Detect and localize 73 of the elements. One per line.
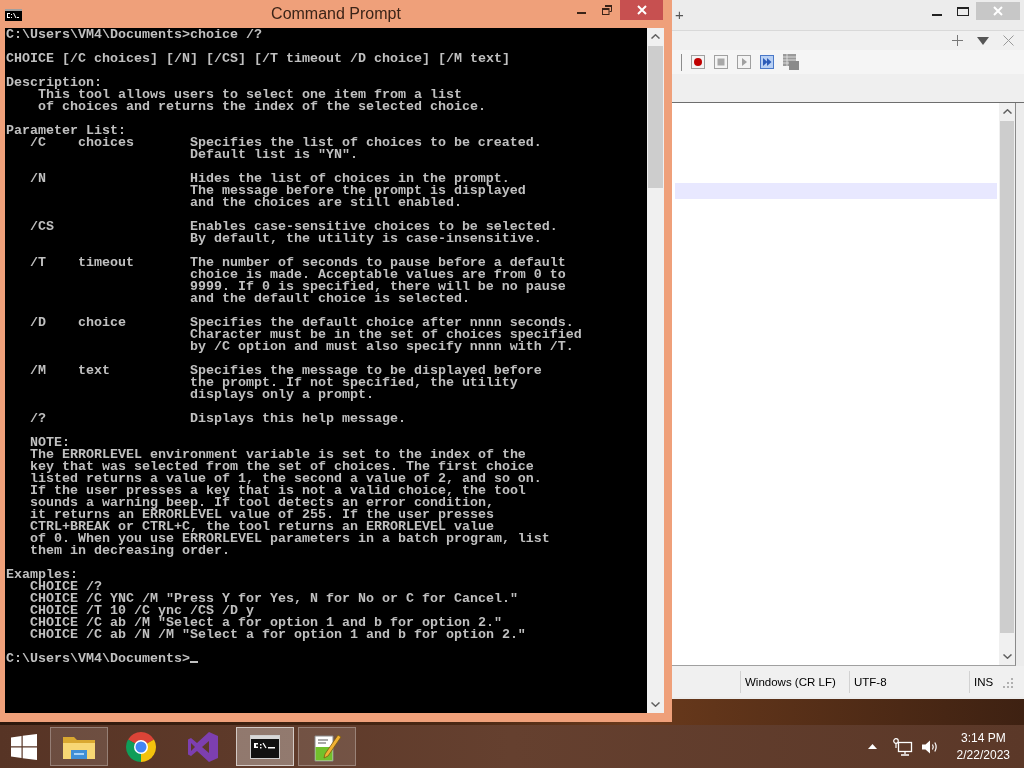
option-name: /? [30,413,46,425]
network-button[interactable] [892,737,913,756]
resize-grip-icon[interactable] [1003,678,1014,689]
example-command: CHOICE /T 10 /C ync /CS /D y [30,605,254,617]
chevron-down-icon[interactable] [1002,654,1012,659]
option-argument: timeout [77,257,134,269]
infinity-logo-icon [187,730,219,763]
note-text: The ERRORLEVEL environment variable is set to the index of the key that was selected from the set of choices. The first choice listed returns a value of 1, the second a value of 2, and so on. If the user presses a key that is not a valid choice, the tool sounds a warning beep. If tool detects an error condition, it returns an ERRORLEVEL value of 255. If the user presses CTRL+BREAK or CTRL+C, the tool returns an ERRORLEVEL value of 0. When you use ERRORLEVEL parameters in a batch program, list them in decreasing order. [30,449,550,557]
example-command: CHOICE /C YNC /M "Press Y for Yes, N for No or C for Cancel." [30,593,518,605]
speaker-icon [920,738,939,755]
prompt-text: C:\Users\VM4\Documents> [6,653,190,665]
window-title: Command Prompt [271,4,401,24]
section-heading: Parameter List: [6,125,126,137]
clock-button[interactable]: 3:14 PM 2/22/2023 [946,729,1010,764]
plus-icon[interactable] [952,35,963,46]
scrollbar[interactable] [999,103,1015,665]
scrollbar[interactable] [647,28,664,713]
terminal-icon [5,9,22,21]
option-description: The number of seconds to pause before a default choice is made. Acceptable values are from 0 to 9999. If 0 is specified, there will be no pause and the default choice is selected. [189,257,566,305]
caret-up-icon [867,744,877,749]
volume-button[interactable] [920,738,939,755]
option-description: Specifies the list of choices to be created. Default list is "YN". [189,137,542,161]
option-name: /T [30,257,46,269]
option-description: Specifies the message to be displayed before the prompt. If not specified, the utility displays only a prompt. [189,365,542,401]
restore-icon [602,5,612,15]
show-hidden-icons-button[interactable] [867,744,877,749]
line-ending-status: Windows (CR LF) [745,675,836,688]
record-icon[interactable] [691,55,705,69]
dropdown-icon[interactable] [977,36,989,45]
close-button[interactable] [620,0,663,20]
start-icon [11,733,37,760]
minimize-icon [932,14,942,16]
option-description: Specifies the default choice after nnnn seconds. Character must be in the set of choices specified by /C option and must also specify nnnn with /T. [189,317,582,353]
option-argument: choices [77,137,134,149]
table-icon[interactable] [783,54,799,70]
window-title: + [675,5,684,25]
option-name: /N [30,173,46,185]
section-heading: NOTE: [30,437,70,449]
option-argument: text [77,365,110,377]
insert-mode-status: INS [974,675,994,688]
option-description: Hides the list of choices in the prompt. The message before the prompt is displayed and the choices are still enabled. [189,173,526,209]
chevron-up-icon[interactable] [1002,109,1012,114]
network-icon [892,737,913,756]
taskbar-button[interactable] [236,727,294,766]
encoding-status: UTF-8 [854,675,887,688]
description-text: This tool allows users to select one item from a list of choices and returns the index of the selected choice. [38,89,486,113]
example-command: CHOICE /C ab /M "Select a for option 1 and b for option 2." [30,617,502,629]
section-heading: Examples: [6,569,78,581]
example-command: CHOICE /C ab /N /M "Select a for option 1 and b for option 2." [30,629,526,641]
option-name: /M [30,365,46,377]
fast-forward-icon[interactable] [760,55,774,69]
option-description: Enables case-sensitive choices to be selected. By default, the utility is case-insensitive. [189,221,558,245]
section-heading: Description: [6,77,102,89]
maximize-icon [957,6,969,16]
option-name: /CS [30,221,54,233]
cursor-icon [189,661,198,663]
minimize-icon [576,12,586,14]
option-description: Displays this help message. [189,413,406,425]
example-command: CHOICE /? [30,581,102,593]
close-icon [636,5,647,15]
terminal-icon [250,734,280,759]
console-command: C:\Users\VM4\Documents>choice /? [6,29,262,41]
browser-icon [125,730,157,763]
usage-line: CHOICE [/C choices] [/N] [/CS] [/T timeout /D choice] [/M text] [6,53,510,65]
chevron-down-icon[interactable] [651,702,660,707]
option-argument: choice [77,317,126,329]
option-name: /C [30,137,46,149]
scrollbar-thumb[interactable] [1000,121,1014,633]
scrollbar-thumb[interactable] [648,46,663,188]
taskbar-button[interactable] [298,727,356,766]
close-icon [993,6,1003,16]
chevron-up-icon[interactable] [651,34,660,39]
option-name: /D [30,317,46,329]
